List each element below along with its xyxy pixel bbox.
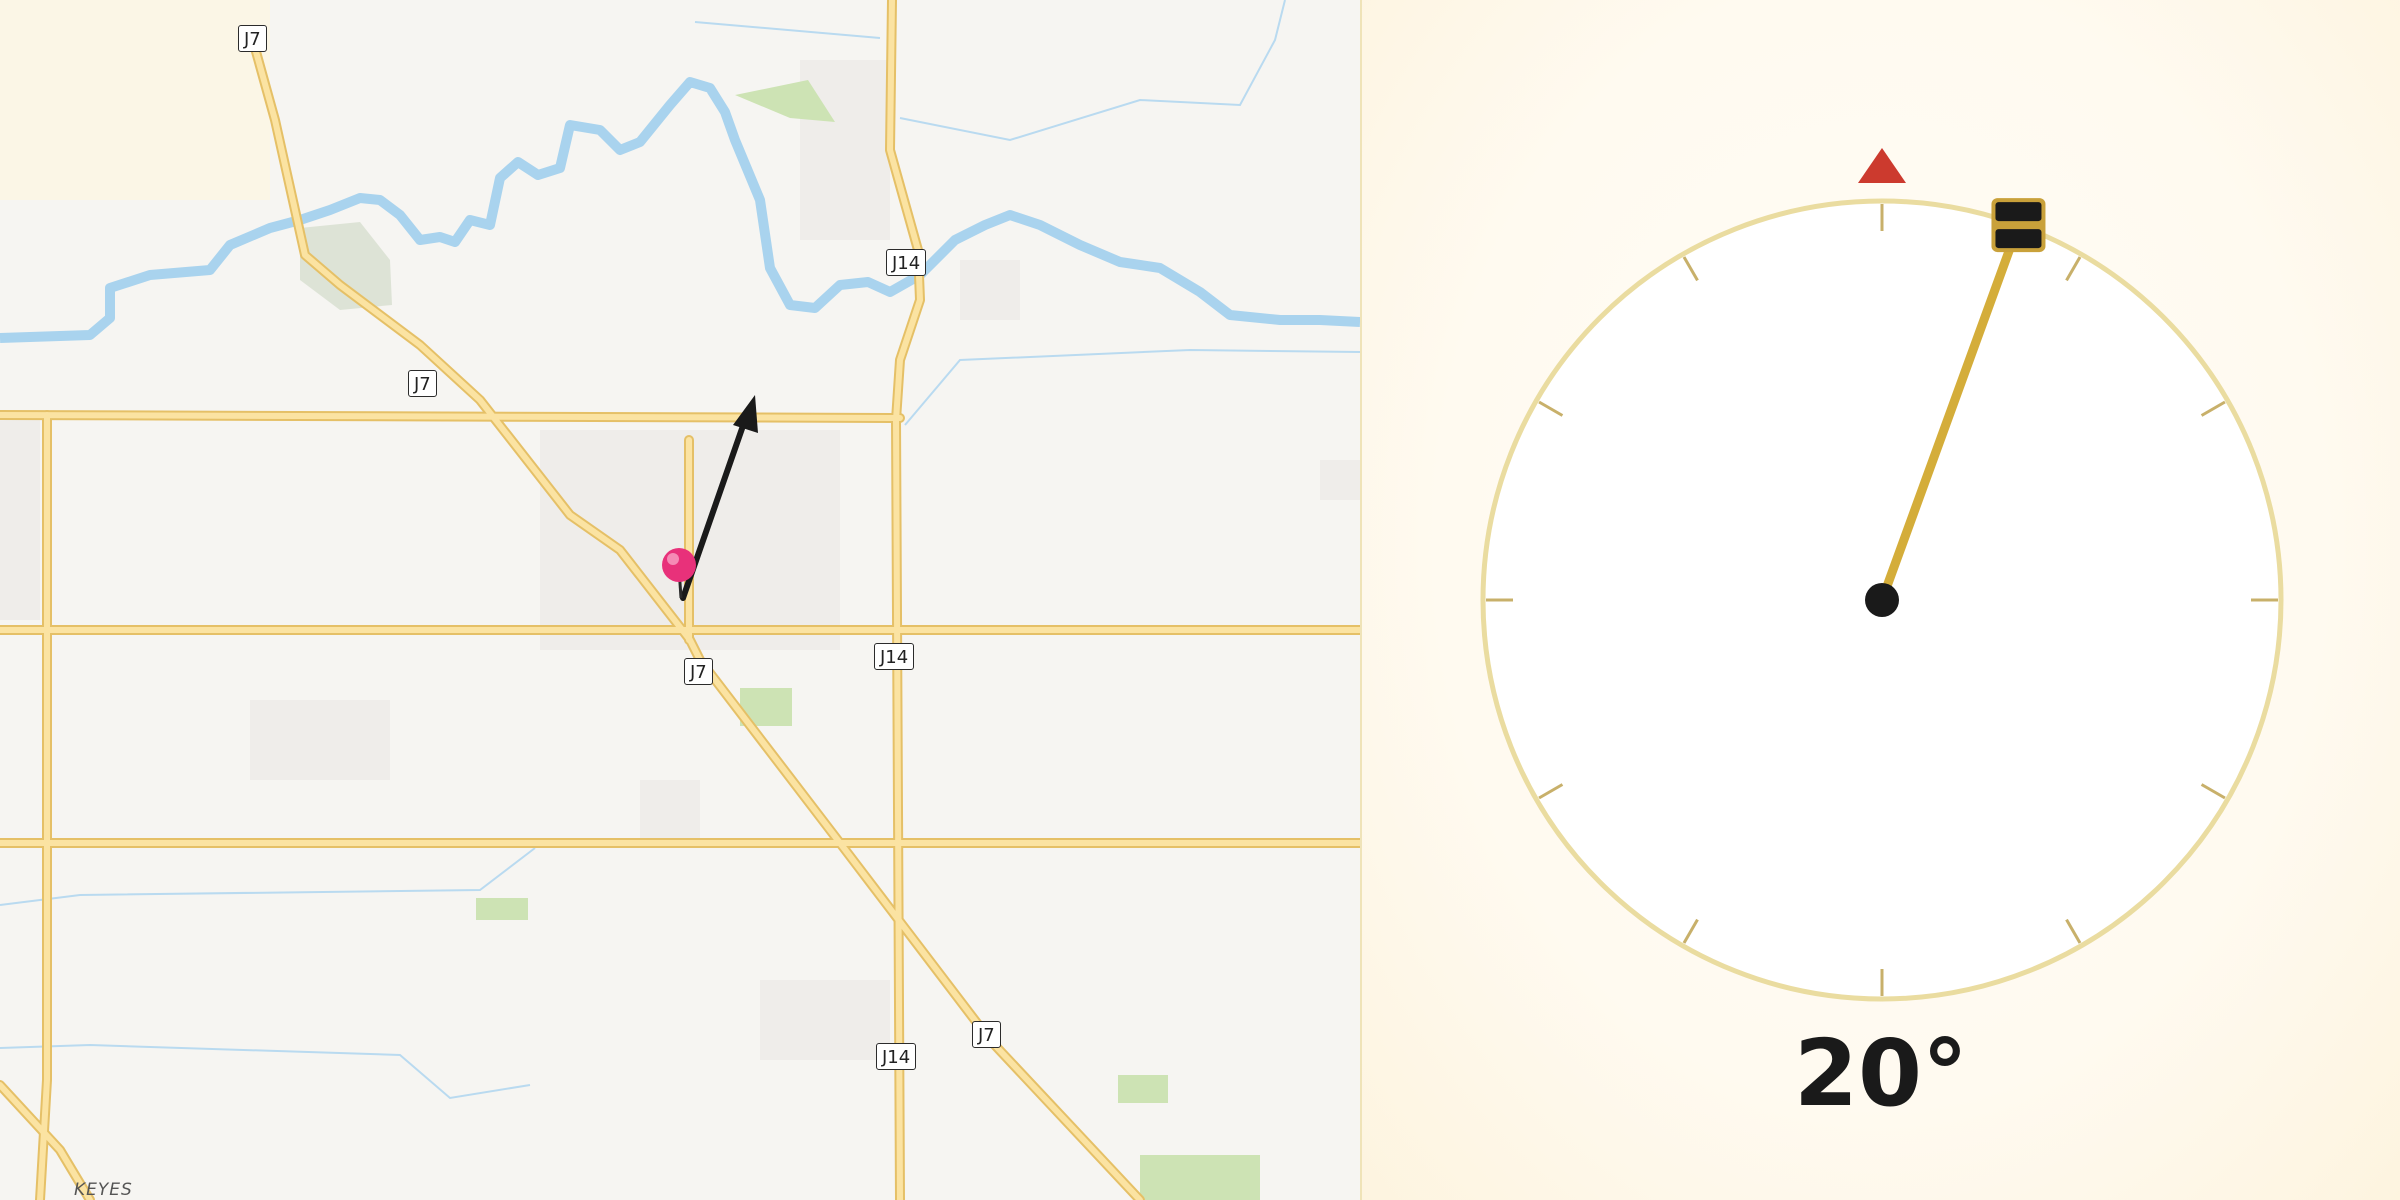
place-label-keyes: KEYES: [74, 1180, 133, 1200]
compass-panel: 20°: [1362, 0, 2400, 1200]
needle-hub: [1865, 583, 1899, 617]
drag-handle-icon[interactable]: [1991, 198, 2046, 253]
land-use-areas: [0, 0, 1360, 1060]
route-shield-j7[interactable]: J7: [238, 25, 267, 52]
route-shield-j7[interactable]: J7: [684, 658, 713, 685]
route-shield-j7[interactable]: J7: [408, 370, 437, 397]
heading-readout: 20°: [1793, 1020, 1969, 1127]
route-shield-j14[interactable]: J14: [874, 643, 915, 670]
route-shield-j14[interactable]: J14: [876, 1043, 917, 1070]
route-shield-j14[interactable]: J14: [886, 249, 927, 276]
north-triangle-icon: [1858, 148, 1906, 183]
map-base-layer: [0, 0, 1360, 1200]
map-view[interactable]: J7 J7 J7 J7 J14 J14 J14 KEYES: [0, 0, 1360, 1200]
route-shield-j7[interactable]: J7: [972, 1021, 1001, 1048]
